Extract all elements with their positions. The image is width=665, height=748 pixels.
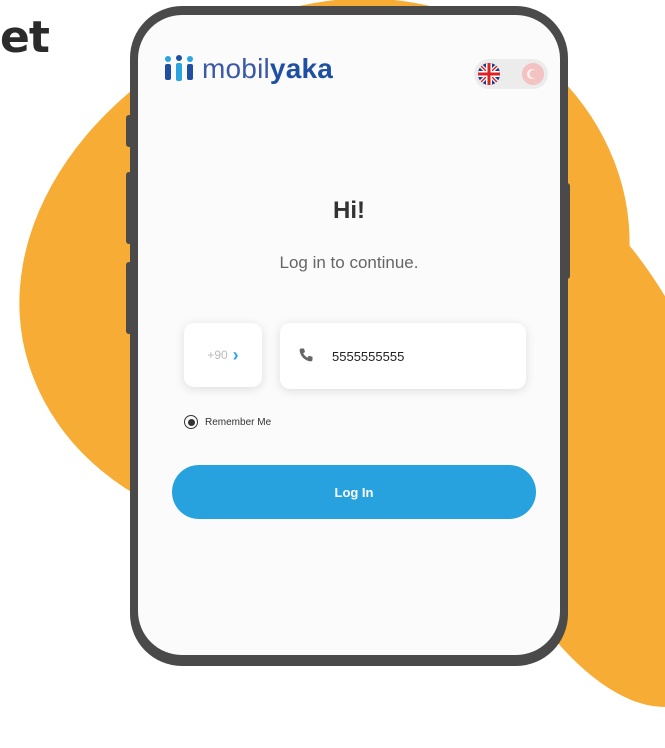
phone-number-field[interactable]: 5555555555 bbox=[280, 323, 526, 389]
phone-side-button bbox=[126, 115, 132, 147]
language-toggle[interactable] bbox=[474, 59, 548, 89]
people-logo-icon bbox=[162, 53, 198, 85]
phone-number-input[interactable]: 5555555555 bbox=[332, 349, 404, 364]
brand-name: mobilyaka bbox=[202, 53, 334, 84]
country-code-select[interactable]: +90 › bbox=[184, 323, 262, 387]
brand-logo: mobilyaka bbox=[162, 53, 333, 85]
phone-screen: mobilyaka Hi! Log in to continue. +90 › … bbox=[138, 15, 560, 655]
background-heading: et bbox=[0, 12, 50, 63]
chevron-right-icon: › bbox=[232, 344, 239, 365]
remember-me-option[interactable]: Remember Me bbox=[184, 415, 271, 429]
turkish-flag-icon[interactable] bbox=[522, 63, 544, 85]
remember-me-label: Remember Me bbox=[205, 416, 272, 428]
remember-me-radio[interactable] bbox=[184, 415, 198, 429]
phone-icon bbox=[298, 347, 316, 365]
phone-side-button bbox=[126, 172, 132, 244]
radio-selected-dot bbox=[187, 418, 195, 426]
phone-side-button bbox=[126, 262, 132, 334]
login-subtitle: Log in to continue. bbox=[279, 253, 419, 272]
login-button[interactable]: Log In bbox=[172, 465, 536, 519]
greeting-title: Hi! bbox=[333, 197, 365, 224]
english-flag-icon[interactable] bbox=[478, 63, 500, 85]
country-code-value: +90 bbox=[207, 348, 228, 362]
phone-side-button bbox=[564, 183, 570, 279]
